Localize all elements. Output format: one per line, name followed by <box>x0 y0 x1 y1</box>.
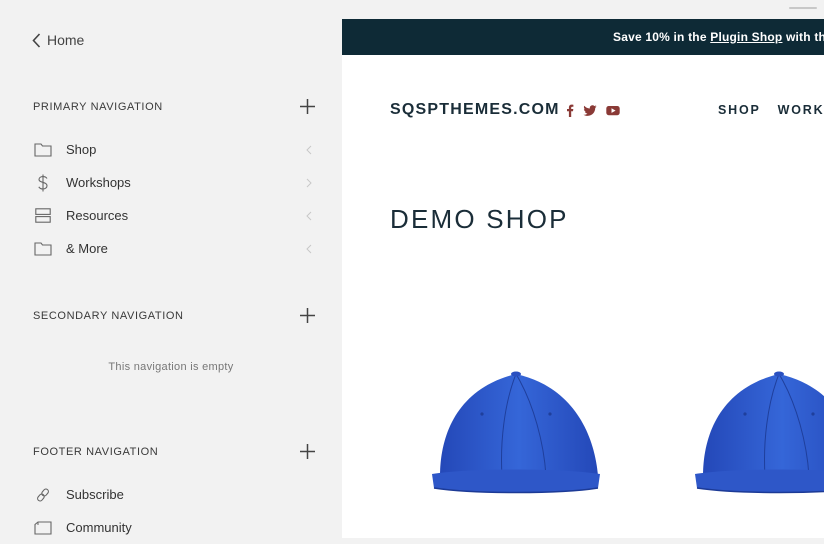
product-image-blue-cap[interactable] <box>693 364 824 499</box>
plugin-shop-link[interactable]: Plugin Shop <box>710 30 782 44</box>
secondary-navigation-section: SECONDARY NAVIGATION This navigation is … <box>0 306 342 373</box>
site-title[interactable]: SQSPTHEMES.COM <box>390 101 560 119</box>
site-preview-frame: Save 10% in the Plugin Shop with the SQS… <box>342 19 824 538</box>
nav-item-label: Community <box>66 520 132 535</box>
nav-item-label: Shop <box>66 142 97 157</box>
site-nav-workshops[interactable]: WORKS <box>778 103 824 117</box>
nav-item-more[interactable]: & More <box>0 232 342 265</box>
page-heading: DEMO SHOP <box>390 204 569 234</box>
nav-item-shop[interactable]: Shop <box>0 133 342 166</box>
home-back-link[interactable]: Home <box>32 32 84 48</box>
dollar-icon <box>34 174 52 192</box>
navigation-panel: Home PRIMARY NAVIGATION Shop Workshops R… <box>0 0 342 538</box>
preview-drag-handle[interactable] <box>789 7 817 9</box>
chevron-left-icon <box>32 32 41 48</box>
chevron-left-icon <box>306 145 312 155</box>
folder-icon <box>34 141 52 159</box>
chevron-left-icon <box>306 244 312 254</box>
nav-item-label: Resources <box>66 208 129 223</box>
nav-item-community[interactable]: Community <box>0 511 342 544</box>
link-icon <box>34 486 52 504</box>
nav-item-workshops[interactable]: Workshops <box>0 166 342 199</box>
announcement-bar: Save 10% in the Plugin Shop with the <box>342 19 824 55</box>
add-icon[interactable] <box>300 99 315 114</box>
youtube-icon[interactable] <box>606 105 620 116</box>
footer-navigation-header: FOOTER NAVIGATION <box>0 442 342 462</box>
primary-navigation-title: PRIMARY NAVIGATION <box>33 101 163 113</box>
footer-navigation-section: FOOTER NAVIGATION Subscribe Community <box>0 442 342 544</box>
secondary-navigation-header: SECONDARY NAVIGATION <box>0 306 342 326</box>
home-label: Home <box>47 32 85 48</box>
announcement-suffix: with the <box>785 30 824 44</box>
folder-icon <box>34 240 52 258</box>
nav-item-resources[interactable]: Resources <box>0 199 342 232</box>
nav-item-subscribe[interactable]: Subscribe <box>0 478 342 511</box>
nav-item-label: Subscribe <box>66 487 124 502</box>
product-image-blue-cap[interactable] <box>430 364 600 499</box>
announcement-prefix: Save 10% in the <box>613 30 711 44</box>
nav-item-label: & More <box>66 241 108 256</box>
add-icon[interactable] <box>300 444 315 459</box>
site-nav-shop[interactable]: SHOP <box>718 103 761 117</box>
site-preview-pane: Save 10% in the Plugin Shop with the SQS… <box>342 0 824 538</box>
primary-navigation-header: PRIMARY NAVIGATION <box>0 97 342 117</box>
twitter-icon[interactable] <box>583 104 597 117</box>
page-icon <box>34 519 52 537</box>
footer-navigation-title: FOOTER NAVIGATION <box>33 446 159 458</box>
index-icon <box>34 207 52 225</box>
add-icon[interactable] <box>300 308 315 323</box>
nav-item-label: Workshops <box>66 175 131 190</box>
facebook-icon[interactable] <box>566 104 574 117</box>
chevron-left-icon <box>306 211 312 221</box>
primary-navigation-section: PRIMARY NAVIGATION Shop Workshops Resour… <box>0 97 342 265</box>
empty-navigation-message: This navigation is empty <box>108 361 234 373</box>
secondary-navigation-title: SECONDARY NAVIGATION <box>33 310 184 322</box>
site-navigation: SHOP WORKS <box>718 103 824 117</box>
social-links <box>566 104 629 117</box>
chevron-right-icon <box>306 178 312 188</box>
